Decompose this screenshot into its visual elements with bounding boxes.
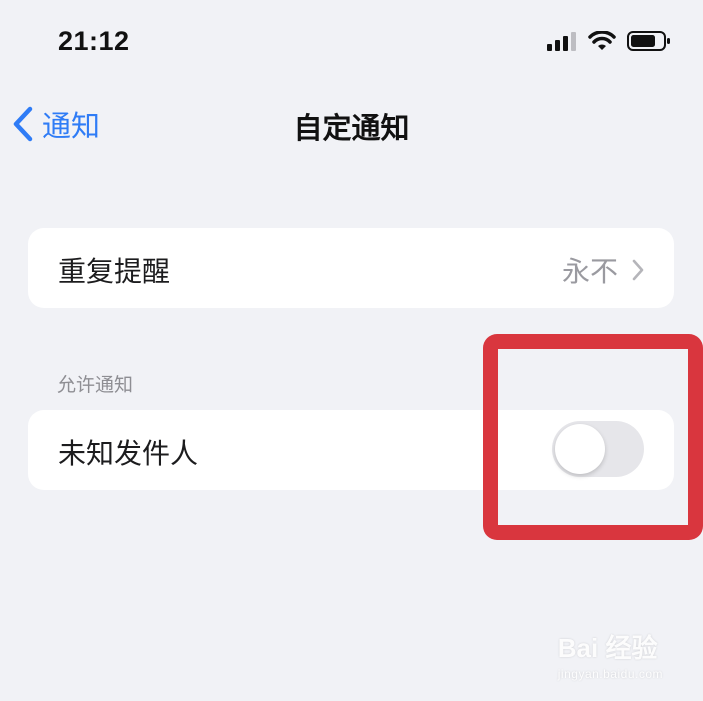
baidu-jingyan-watermark: Bai 经验 jingyan.baidu.com xyxy=(558,628,663,681)
status-bar: 21:12 xyxy=(0,0,703,90)
chevron-right-icon xyxy=(632,259,644,281)
allow-notifications-section-header: 允许通知 xyxy=(57,374,134,396)
repeat-alert-value-group: 永不 xyxy=(562,250,644,290)
wifi-icon xyxy=(588,30,616,50)
unknown-sender-toggle[interactable] xyxy=(552,421,644,477)
toggle-knob xyxy=(555,424,605,474)
repeat-alert-row[interactable]: 重复提醒 永不 xyxy=(28,228,674,308)
navigation-bar: 通知 自定通知 xyxy=(0,95,703,155)
cellular-signal-icon xyxy=(547,32,576,51)
watermark-url: jingyan.baidu.com xyxy=(557,667,663,681)
battery-icon xyxy=(627,31,670,51)
unknown-sender-row: 未知发件人 xyxy=(28,410,674,490)
unknown-sender-label: 未知发件人 xyxy=(58,437,199,470)
repeat-alert-label: 重复提醒 xyxy=(58,255,171,288)
status-icons xyxy=(547,30,671,52)
watermark-logo: Bai 经验 xyxy=(557,633,658,663)
repeat-alert-value: 永不 xyxy=(561,255,618,288)
page-title: 自定通知 xyxy=(293,111,410,145)
status-time: 21:12 xyxy=(58,26,130,56)
